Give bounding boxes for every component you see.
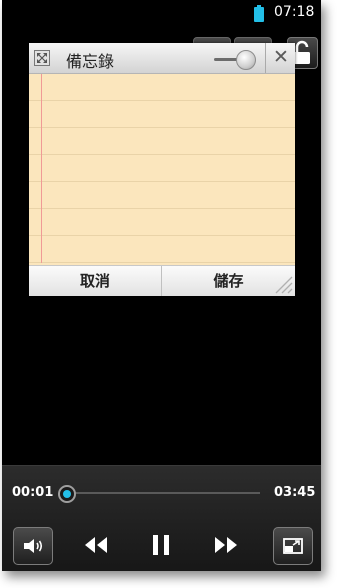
fast-forward-button[interactable] [207,527,245,563]
picture-in-picture-icon [283,538,303,554]
rewind-icon [85,537,107,553]
elapsed-time: 00:01 [12,485,54,500]
pause-button[interactable] [142,527,180,563]
close-icon[interactable]: ✕ [273,47,289,67]
phone-screen: 07:18 備忘錄 ✕ 取消 儲存 00:01 03:45 [2,0,321,571]
expand-icon[interactable] [34,50,50,66]
memo-text-area[interactable] [45,74,291,263]
memo-button-bar: 取消 儲存 [29,265,295,296]
volume-button[interactable] [13,527,53,565]
popup-player-button[interactable] [273,527,313,565]
battery-icon [254,5,264,22]
status-bar: 07:18 [2,0,321,28]
seek-bar[interactable] [58,483,260,503]
fast-forward-icon [215,537,237,553]
slider-knob[interactable] [236,50,256,70]
divider [265,43,266,73]
memo-titlebar[interactable]: 備忘錄 ✕ [29,43,295,74]
pause-icon [153,535,169,555]
player-controls: 00:01 03:45 [2,465,321,571]
rewind-button[interactable] [77,527,115,563]
volume-icon [24,539,43,553]
total-time: 03:45 [274,485,316,500]
resize-handle-icon[interactable] [271,272,293,294]
memo-window: 備忘錄 ✕ 取消 儲存 [29,43,295,296]
status-time: 07:18 [274,4,315,20]
cancel-button[interactable]: 取消 [29,266,162,296]
memo-title: 備忘錄 [66,52,115,71]
margin-line [41,74,42,263]
seek-thumb[interactable] [58,485,76,503]
opacity-slider[interactable] [214,49,256,70]
memo-paper [29,74,295,263]
